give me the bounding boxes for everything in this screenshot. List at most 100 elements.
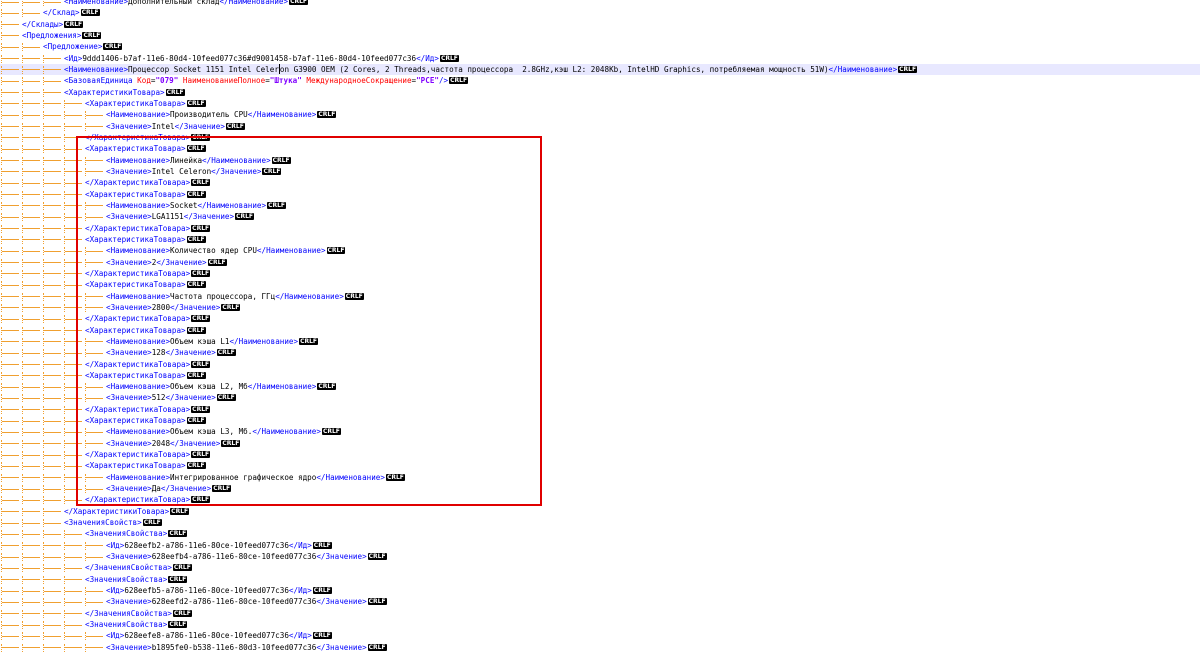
indent-guide-tick bbox=[64, 315, 65, 324]
code-line[interactable]: </ХарактеристикаТовара> CRLF bbox=[0, 359, 1200, 370]
code-line[interactable]: </Склады> CRLF bbox=[0, 19, 1200, 30]
tag-bracket: </ bbox=[43, 8, 53, 18]
code-line[interactable]: <ХарактеристикиТовара> CRLF bbox=[0, 87, 1200, 98]
code-line[interactable]: <Ид>628eefb5-a786-11e6-80ce-10feed077c36… bbox=[0, 585, 1200, 596]
code-line[interactable]: <ЗначенияСвойств> CRLF bbox=[0, 517, 1200, 528]
tag-name: Наименование bbox=[228, 0, 284, 6]
indent-guide bbox=[23, 171, 40, 173]
indent-guide bbox=[23, 58, 40, 60]
tag-bracket: </ bbox=[211, 166, 221, 176]
code-line[interactable]: <Предложения> CRLF bbox=[0, 30, 1200, 41]
code-line[interactable]: <Предложение> CRLF bbox=[0, 41, 1200, 52]
code-line[interactable]: <Наименование>Процессор Socket 1151 Inte… bbox=[0, 63, 1200, 76]
indent-guide bbox=[65, 330, 82, 332]
indent-guide bbox=[65, 273, 82, 275]
line-content: <ХарактеристикиТовара> CRLF bbox=[64, 87, 185, 98]
indent-guide bbox=[44, 364, 61, 365]
code-line[interactable]: </ХарактеристикаТовара> CRLF bbox=[0, 268, 1200, 279]
code-line[interactable]: <ХарактеристикаТовара> CRLF bbox=[0, 143, 1200, 154]
code-line[interactable]: <Значение>Да</Значение> CRLF bbox=[0, 483, 1200, 494]
code-line[interactable]: <ХарактеристикаТовара> CRLF bbox=[0, 415, 1200, 426]
code-line[interactable]: </ХарактеристикиТовара> CRLF bbox=[0, 506, 1200, 517]
code-line[interactable]: <Наименование>Частота процессора, ГГц</Н… bbox=[0, 291, 1200, 302]
code-line[interactable]: <ХарактеристикаТовара> CRLF bbox=[0, 325, 1200, 336]
indent-guide bbox=[2, 567, 19, 569]
code-line[interactable]: <БазоваяЕдиница Код="079" НаименованиеПо… bbox=[0, 75, 1200, 86]
tag-bracket: > bbox=[362, 642, 367, 652]
code-line[interactable]: <Значение>2048</Значение> CRLF bbox=[0, 438, 1200, 449]
indent-guide bbox=[44, 205, 61, 207]
tag-bracket: </ bbox=[85, 608, 95, 618]
code-line[interactable]: <ХарактеристикаТовара> CRLF bbox=[0, 279, 1200, 290]
code-line[interactable]: <Наименование>Объем кэша L3, Мб.</Наимен… bbox=[0, 426, 1200, 437]
code-line[interactable]: <Наименование>Линейка</Наименование> CRLF bbox=[0, 155, 1200, 166]
code-line[interactable]: <Значение>628eefb4-a786-11e6-80ce-10feed… bbox=[0, 551, 1200, 562]
code-line[interactable]: <Значение>2</Значение> CRLF bbox=[0, 257, 1200, 268]
code-line[interactable]: <Значение>b1895fe0-b538-11e6-80d3-10feed… bbox=[0, 642, 1200, 653]
code-line[interactable]: <Ид>628eefb2-a786-11e6-80ce-10feed077c36… bbox=[0, 540, 1200, 551]
indent-guide-tick bbox=[43, 405, 44, 414]
code-line[interactable]: <ЗначенияСвойства> CRLF bbox=[0, 619, 1200, 630]
tag-name: Ид bbox=[110, 631, 120, 641]
crlf-marker: CRLF bbox=[385, 473, 405, 481]
code-line[interactable]: <Значение>LGA1151</Значение> CRLF bbox=[0, 211, 1200, 222]
indent-guide-tick bbox=[22, 451, 23, 460]
code-line[interactable]: </ХарактеристикаТовара> CRLF bbox=[0, 132, 1200, 143]
code-line[interactable]: <Значение>Intel</Значение> CRLF bbox=[0, 121, 1200, 132]
indent-guide bbox=[65, 126, 82, 128]
code-line[interactable]: </ЗначенияСвойства> CRLF bbox=[0, 562, 1200, 573]
code-line[interactable]: <Значение>2800</Значение> CRLF bbox=[0, 302, 1200, 313]
code-line[interactable]: </ХарактеристикаТовара> CRLF bbox=[0, 449, 1200, 460]
code-line[interactable]: </ХарактеристикаТовара> CRLF bbox=[0, 404, 1200, 415]
indent-guide bbox=[65, 160, 82, 162]
tag-bracket: > bbox=[185, 404, 191, 414]
indent-guide-tick bbox=[85, 394, 86, 403]
code-line[interactable]: <Ид>9ddd1406-b7af-11e6-80d4-10feed077c36… bbox=[0, 53, 1200, 64]
code-line[interactable]: <Наименование>Производитель CPU</Наимено… bbox=[0, 109, 1200, 120]
code-line[interactable]: <ХарактеристикаТовара> CRLF bbox=[0, 234, 1200, 245]
code-line[interactable]: <Наименование>Количество ядер CPU</Наиме… bbox=[0, 245, 1200, 256]
indent-guide bbox=[44, 443, 61, 445]
indent-guide-tick bbox=[64, 349, 65, 358]
code-line[interactable]: <Значение>128</Значение> CRLF bbox=[0, 347, 1200, 358]
indent-guide bbox=[65, 284, 82, 286]
indent-guide bbox=[2, 1, 19, 3]
element-text-part: Процессор Socket 1151 Intel Celer bbox=[128, 64, 279, 74]
code-line[interactable]: </Склад> CRLF bbox=[0, 7, 1200, 18]
code-line[interactable]: <ЗначенияСвойства> CRLF bbox=[0, 574, 1200, 585]
code-line[interactable]: </ХарактеристикаТовара> CRLF bbox=[0, 494, 1200, 505]
code-line[interactable]: <Наименование>Интегрированное графическо… bbox=[0, 472, 1200, 483]
xml-editor-view[interactable]: <Наименование>Дополнительный склад</Наим… bbox=[0, 0, 1200, 653]
code-line[interactable]: <Значение>Intel Celeron</Значение> CRLF bbox=[0, 166, 1200, 177]
code-line[interactable]: <Значение>512</Значение> CRLF bbox=[0, 392, 1200, 403]
indent-guide-tick bbox=[43, 553, 44, 562]
code-line[interactable]: <ЗначенияСвойства> CRLF bbox=[0, 528, 1200, 539]
tag-bracket: </ bbox=[85, 563, 95, 573]
code-line[interactable]: <ХарактеристикаТовара> CRLF bbox=[0, 98, 1200, 109]
code-line[interactable]: <ХарактеристикаТовара> CRLF bbox=[0, 189, 1200, 200]
indent-guide bbox=[23, 216, 40, 218]
code-line[interactable]: <ХарактеристикаТовара> CRLF bbox=[0, 370, 1200, 381]
code-line[interactable]: </ХарактеристикаТовара> CRLF bbox=[0, 313, 1200, 324]
indent-guide-tick bbox=[64, 428, 65, 437]
crlf-marker: CRLF bbox=[312, 632, 332, 640]
code-line[interactable]: <Ид>628eefe8-a786-11e6-80ce-10feed077c36… bbox=[0, 630, 1200, 641]
indent-guide bbox=[2, 624, 19, 626]
element-text: Частота процессора, ГГц bbox=[170, 291, 276, 301]
indent-guide bbox=[2, 126, 19, 128]
code-line[interactable]: </ХарактеристикаТовара> CRLF bbox=[0, 177, 1200, 188]
indent-guide-tick bbox=[1, 632, 2, 641]
tag-bracket: </ bbox=[170, 438, 180, 448]
tag-name: ХарактеристикаТовара bbox=[89, 416, 182, 426]
code-line[interactable]: <Наименование>Socket</Наименование> CRLF bbox=[0, 200, 1200, 211]
code-line[interactable]: <ХарактеристикаТовара> CRLF bbox=[0, 460, 1200, 471]
tag-bracket: > bbox=[185, 223, 191, 233]
code-line[interactable]: <Наименование>Дополнительный склад</Наим… bbox=[0, 0, 1200, 7]
tag-bracket: > bbox=[75, 8, 80, 18]
tag-name: ХарактеристикаТовара bbox=[89, 280, 182, 290]
code-line[interactable]: </ХарактеристикаТовара> CRLF bbox=[0, 223, 1200, 234]
code-line[interactable]: <Наименование>Объем кэша L2, Мб</Наимено… bbox=[0, 381, 1200, 392]
code-line[interactable]: <Значение>628eefd2-a786-11e6-80ce-10feed… bbox=[0, 596, 1200, 607]
code-line[interactable]: <Наименование>Объем кэша L1</Наименовани… bbox=[0, 336, 1200, 347]
code-line[interactable]: </ЗначенияСвойства> CRLF bbox=[0, 608, 1200, 619]
